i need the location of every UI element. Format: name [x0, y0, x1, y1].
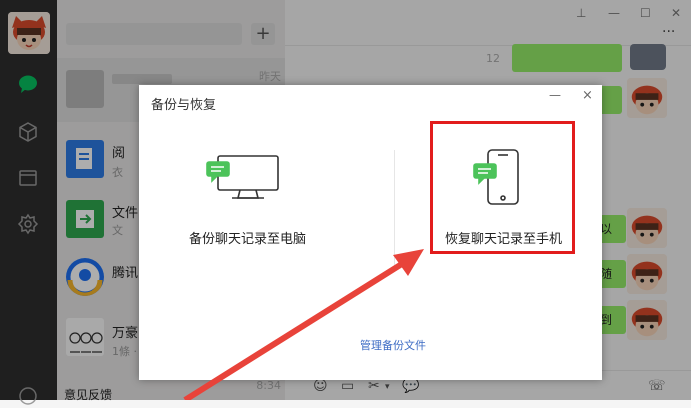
- annotation-arrow-icon: [183, 249, 424, 400]
